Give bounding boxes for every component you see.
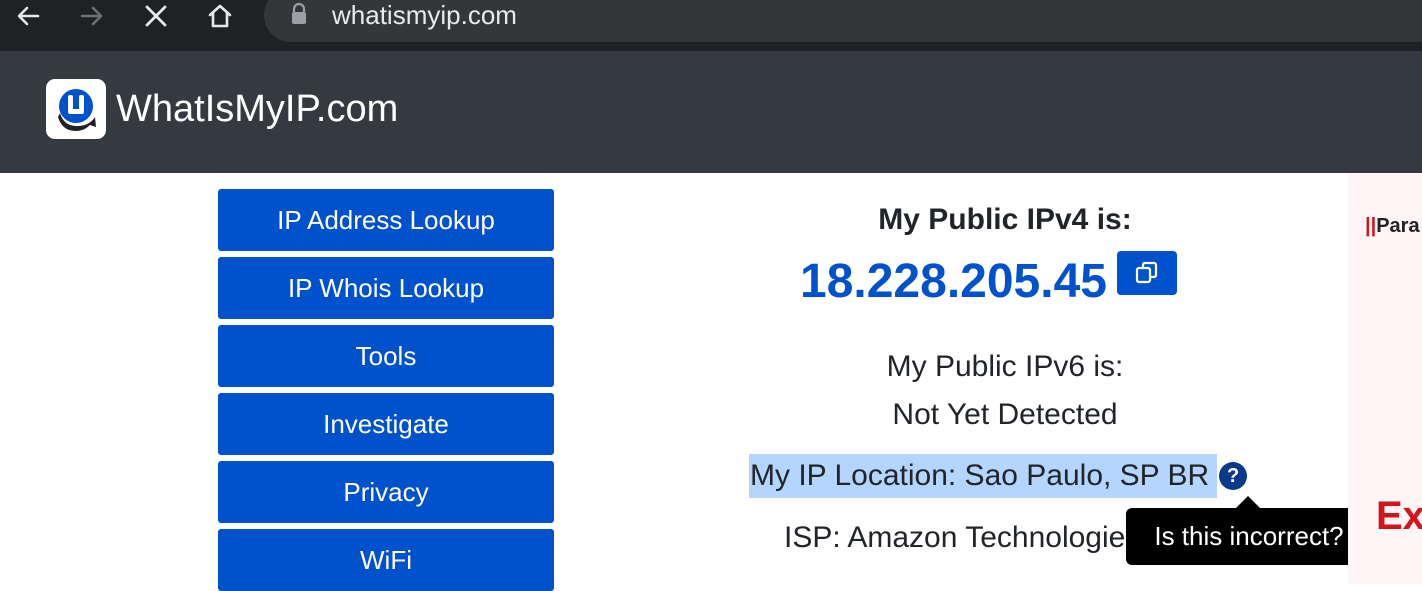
logo-icon bbox=[58, 89, 96, 131]
ad-brand-bars: || bbox=[1365, 215, 1377, 237]
forward-arrow-icon bbox=[80, 6, 103, 26]
ad-brand: ||Para bbox=[1365, 215, 1420, 238]
lock-icon bbox=[292, 2, 306, 24]
ad-brand-text: Para bbox=[1376, 215, 1420, 237]
stop-button[interactable] bbox=[136, 0, 176, 32]
ip-location-text: My IP Location: Sao Paulo, SP BR bbox=[749, 454, 1218, 498]
sidebar-item-investigate[interactable]: Investigate bbox=[218, 393, 554, 455]
question-circle-icon[interactable]: ? bbox=[1219, 462, 1248, 490]
stop-loading-icon bbox=[145, 5, 167, 27]
ipv4-address: 18.228.205.45 bbox=[800, 255, 1107, 308]
sidebar-item-wifi[interactable]: WiFi bbox=[218, 529, 554, 591]
sidebar-item-privacy[interactable]: Privacy bbox=[218, 461, 554, 523]
ipv6-label: My Public IPv6 is: bbox=[886, 350, 1124, 383]
site-header: WhatIsMyIP.com bbox=[0, 51, 1422, 173]
home-icon bbox=[208, 4, 232, 28]
copy-icon bbox=[1135, 261, 1158, 284]
ipv4-row: 18.228.205.45 bbox=[800, 250, 1177, 314]
home-button[interactable] bbox=[200, 0, 240, 32]
incorrect-location-tooltip: Is this incorrect? bbox=[1126, 508, 1372, 565]
sidebar-item-ip-address-lookup[interactable]: IP Address Lookup bbox=[218, 189, 554, 251]
ad-headline: Ex bbox=[1376, 494, 1422, 538]
sidebar-item-ip-whois-lookup[interactable]: IP Whois Lookup bbox=[218, 257, 554, 319]
browser-toolbar: whatismyip.com bbox=[0, 0, 1422, 51]
copy-ip-button[interactable] bbox=[1116, 251, 1177, 295]
back-button[interactable] bbox=[8, 0, 48, 32]
sidebar-item-tools[interactable]: Tools bbox=[218, 325, 554, 387]
ipv4-label: My Public IPv4 is: bbox=[878, 203, 1132, 236]
back-arrow-icon bbox=[17, 6, 40, 26]
forward-button[interactable] bbox=[72, 0, 112, 32]
site-title[interactable]: WhatIsMyIP.com bbox=[116, 87, 398, 131]
site-logo[interactable] bbox=[46, 79, 106, 139]
tooltip-arrow bbox=[1236, 496, 1260, 508]
ip-location-row: My IP Location: Sao Paulo, SP BR ? bbox=[749, 453, 1248, 499]
ipv6-value: Not Yet Detected bbox=[892, 398, 1118, 431]
url-text[interactable]: whatismyip.com bbox=[332, 0, 517, 30]
